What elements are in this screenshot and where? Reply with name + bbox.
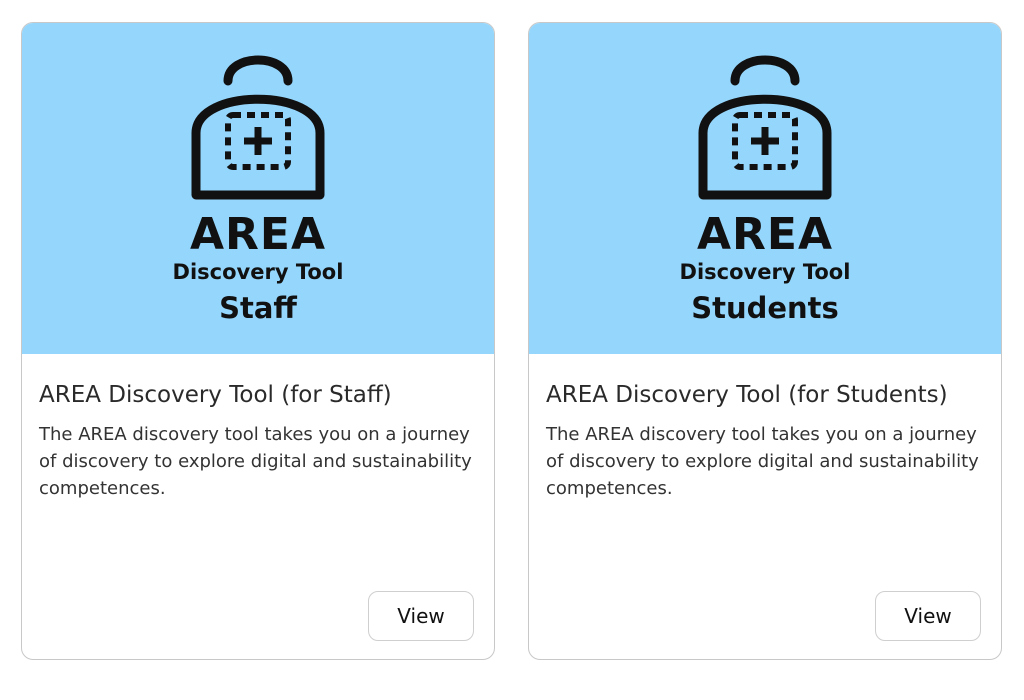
view-button[interactable]: View xyxy=(368,591,474,641)
students-tool-card: AREA Discovery Tool Students AREA Discov… xyxy=(528,22,1002,660)
logo-title: AREA xyxy=(696,209,834,260)
card-banner: AREA Discovery Tool Staff xyxy=(22,23,494,354)
card-title: AREA Discovery Tool (for Students) xyxy=(546,382,948,408)
card-title: AREA Discovery Tool (for Staff) xyxy=(39,382,392,408)
logo-subtitle: Discovery Tool xyxy=(172,260,344,284)
logo-title: AREA xyxy=(189,209,327,260)
logo-audience-label: Students xyxy=(691,291,839,325)
card-body: AREA Discovery Tool (for Students) The A… xyxy=(546,375,983,502)
card-body: AREA Discovery Tool (for Staff) The AREA… xyxy=(39,375,476,502)
backpack-logo-icon xyxy=(698,55,832,200)
card-description: The AREA discovery tool takes you on a j… xyxy=(546,424,979,499)
logo-subtitle: Discovery Tool xyxy=(679,260,851,284)
logo-audience-label: Staff xyxy=(219,291,297,325)
staff-tool-card: AREA Discovery Tool Staff AREA Discovery… xyxy=(21,22,495,660)
card-description: The AREA discovery tool takes you on a j… xyxy=(39,424,472,499)
backpack-logo-icon xyxy=(191,55,325,200)
view-button[interactable]: View xyxy=(875,591,981,641)
card-banner: AREA Discovery Tool Students xyxy=(529,23,1001,354)
